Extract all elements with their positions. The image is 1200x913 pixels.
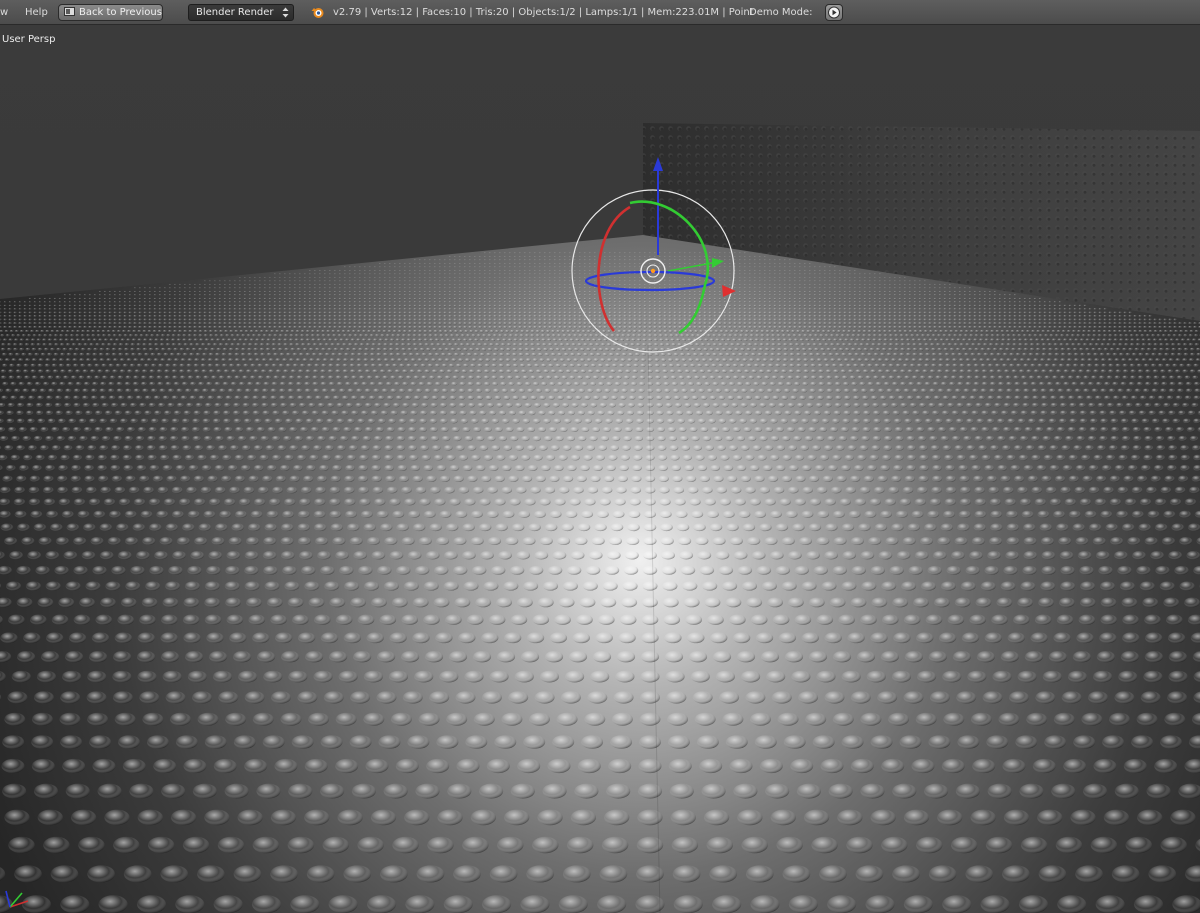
back-to-previous-icon [64, 7, 75, 16]
demo-mode-play-button[interactable] [825, 4, 843, 21]
back-to-previous-label: Back to Previous [79, 7, 162, 18]
play-icon [828, 6, 840, 19]
blender-window: w Help Back to Previous Blender Render v… [0, 0, 1200, 913]
render-engine-value: Blender Render [196, 7, 274, 18]
menu-help[interactable]: Help [25, 0, 48, 25]
render-engine-select[interactable]: Blender Render [188, 4, 294, 21]
lamp-origin-point[interactable] [650, 268, 656, 274]
back-to-previous-button[interactable]: Back to Previous [58, 4, 163, 21]
view-name-label: User Persp [2, 34, 56, 45]
menu-window-partial[interactable]: w [0, 0, 8, 25]
view-axis-icon [5, 890, 29, 908]
3d-viewport[interactable]: User Persp [0, 25, 1200, 913]
dropdown-arrows-icon [282, 7, 289, 18]
blender-logo-icon [311, 8, 324, 18]
scene-stats: v2.79 | Verts:12 | Faces:10 | Tris:20 | … [333, 7, 754, 18]
scene-render [0, 25, 1200, 913]
info-header: w Help Back to Previous Blender Render v… [0, 0, 1200, 25]
demo-mode-label: Demo Mode: [749, 7, 813, 18]
